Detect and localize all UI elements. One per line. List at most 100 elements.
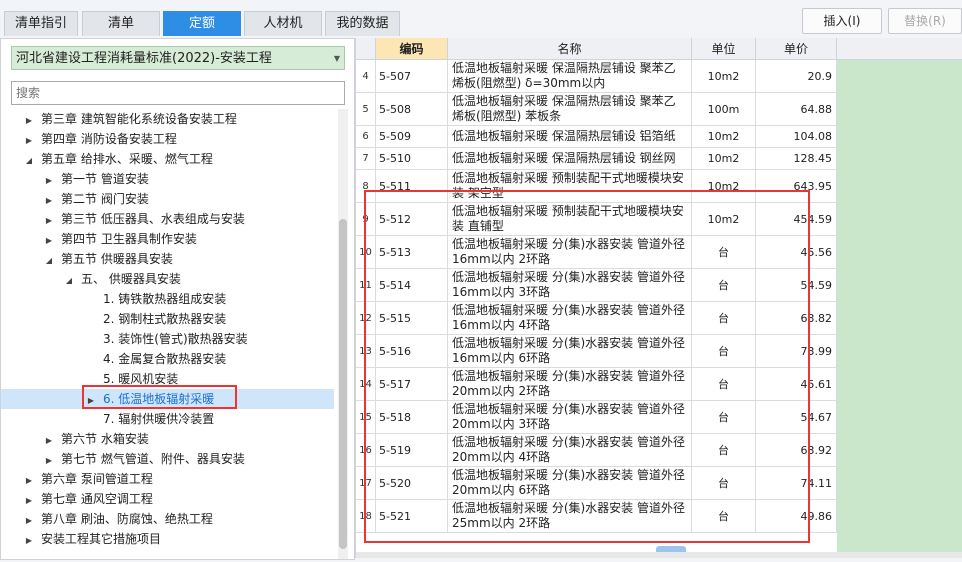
tab-labor-materials[interactable]: 人材机 xyxy=(244,11,322,36)
tree-node[interactable]: ▶ 第四节 卫生器具制作安装 xyxy=(1,229,334,249)
chapter-tree: ▶ 第三章 建筑智能化系统设备安装工程 ▶ 第四章 消防设备安装工程 ◢ 第五章 给排水、… xyxy=(1,109,334,557)
quota-name-cell: 低温地板辐射采暖 预制装配干式地暖模块安装 直铺型 xyxy=(448,203,692,235)
collapse-arrow-icon[interactable]: ◢ xyxy=(43,251,55,271)
collapse-arrow-icon[interactable]: ◢ xyxy=(63,271,75,291)
row-index-cell: 14 xyxy=(356,368,376,400)
tree-node[interactable]: 2. 钢制柱式散热器安装 xyxy=(1,309,334,329)
quota-code-cell: 5-512 xyxy=(376,203,448,235)
library-select[interactable]: 河北省建设工程消耗量标准(2022)-安装工程 ▼ xyxy=(11,46,345,70)
quota-table-panel: 编码 名称 单位 单价 4 5-507 低温地板辐射采暖 保温隔热层铺设 聚苯乙烯板… xyxy=(355,38,962,558)
quota-price-cell: 54.67 xyxy=(756,401,837,433)
tab-my-data[interactable]: 我的数据 xyxy=(325,11,400,36)
table-row[interactable]: 16 5-519 低温地板辐射采暖 分(集)水器安装 管道外径20mm以内 4环路台… xyxy=(356,434,837,467)
tree-node[interactable]: 4. 金属复合散热器安装 xyxy=(1,349,334,369)
header-code[interactable]: 编码 xyxy=(376,38,448,60)
row-index-cell: 11 xyxy=(356,269,376,301)
expand-arrow-icon[interactable]: ▶ xyxy=(23,131,35,151)
tree-node[interactable]: ▶ 第八章 刷油、防腐蚀、绝热工程 xyxy=(1,509,334,529)
table-row[interactable]: 17 5-520 低温地板辐射采暖 分(集)水器安装 管道外径20mm以内 6环路台… xyxy=(356,467,837,500)
expand-arrow-icon[interactable]: ▶ xyxy=(43,451,55,471)
tree-node[interactable]: ▶ 安装工程其它措施项目 xyxy=(1,529,334,549)
header-name[interactable]: 名称 xyxy=(448,38,692,60)
tree-scrollbar[interactable] xyxy=(338,109,348,559)
quota-unit-cell: 台 xyxy=(692,500,756,532)
quota-unit-cell: 台 xyxy=(692,467,756,499)
row-index-cell: 15 xyxy=(356,401,376,433)
tab-list-guide[interactable]: 清单指引 xyxy=(4,11,78,36)
table-row[interactable]: 7 5-510 低温地板辐射采暖 保温隔热层铺设 钢丝网 10m2 128.45 xyxy=(356,148,837,170)
table-row[interactable]: 13 5-516 低温地板辐射采暖 分(集)水器安装 管道外径16mm以内 6环路台… xyxy=(356,335,837,368)
table-row[interactable]: 12 5-515 低温地板辐射采暖 分(集)水器安装 管道外径16mm以内 4环路台… xyxy=(356,302,837,335)
table-row[interactable]: 9 5-512 低温地板辐射采暖 预制装配干式地暖模块安装 直铺型 10m2 454.5… xyxy=(356,203,837,236)
tree-node[interactable]: ▶ 第三节 低压器具、水表组成与安装 xyxy=(1,209,334,229)
tree-node[interactable]: 7. 辐射供暖供冷装置 xyxy=(1,409,334,429)
row-index-cell: 17 xyxy=(356,467,376,499)
header-unit[interactable]: 单位 xyxy=(692,38,756,60)
expand-arrow-icon[interactable]: ▶ xyxy=(43,231,55,251)
row-index-cell: 10 xyxy=(356,236,376,268)
tree-node[interactable]: ▶ 第三章 建筑智能化系统设备安装工程 xyxy=(1,109,334,129)
expand-arrow-icon[interactable]: ▶ xyxy=(85,391,97,411)
quota-unit-cell: 台 xyxy=(692,236,756,268)
tree-node[interactable]: ▶ 第一节 管道安装 xyxy=(1,169,334,189)
tree-node-label: 第一节 管道安装 xyxy=(61,172,149,186)
tree-node[interactable]: ◢ 第五章 给排水、采暖、燃气工程 xyxy=(1,149,334,169)
expand-arrow-icon[interactable]: ▶ xyxy=(23,511,35,531)
quota-tree-panel: 河北省建设工程消耗量标准(2022)-安装工程 ▼ ▶ 第三章 建筑智能化系统设备… xyxy=(0,38,355,560)
table-row[interactable]: 14 5-517 低温地板辐射采暖 分(集)水器安装 管道外径20mm以内 2环路台… xyxy=(356,368,837,401)
table-row[interactable]: 18 5-521 低温地板辐射采暖 分(集)水器安装 管道外径25mm以内 2环路台… xyxy=(356,500,837,533)
tree-node[interactable]: 5. 暖风机安装 xyxy=(1,369,334,389)
tree-node-label: 第七章 通风空调工程 xyxy=(41,492,153,506)
row-index-cell: 7 xyxy=(356,148,376,169)
tree-node[interactable]: ▶ 第六节 水箱安装 xyxy=(1,429,334,449)
expand-arrow-icon[interactable]: ▶ xyxy=(43,171,55,191)
quota-code-cell: 5-513 xyxy=(376,236,448,268)
collapse-arrow-icon[interactable]: ◢ xyxy=(23,151,35,171)
quota-unit-cell: 台 xyxy=(692,434,756,466)
table-row[interactable]: 6 5-509 低温地板辐射采暖 保温隔热层铺设 铝箔纸 10m2 104.08 xyxy=(356,126,837,148)
tree-node-label: 2. 钢制柱式散热器安装 xyxy=(103,312,227,326)
expand-arrow-icon[interactable]: ▶ xyxy=(43,211,55,231)
expand-arrow-icon[interactable]: ▶ xyxy=(23,491,35,511)
tree-node[interactable]: ▶ 第七章 通风空调工程 xyxy=(1,489,334,509)
quota-unit-cell: 100m xyxy=(692,93,756,125)
table-horizontal-scrollbar[interactable] xyxy=(356,552,962,558)
quota-name-cell: 低温地板辐射采暖 分(集)水器安装 管道外径16mm以内 2环路 xyxy=(448,236,692,268)
tree-node-label: 第七节 燃气管道、附件、器具安装 xyxy=(61,452,245,466)
row-index-cell: 12 xyxy=(356,302,376,334)
tree-node[interactable]: ◢ 第五节 供暖器具安装 xyxy=(1,249,334,269)
table-row[interactable]: 8 5-511 低温地板辐射采暖 预制装配干式地暖模块安装 架空型 10m2 643.9… xyxy=(356,170,837,203)
expand-arrow-icon[interactable]: ▶ xyxy=(43,431,55,451)
tree-node-label: 3. 装饰性(管式)散热器安装 xyxy=(103,332,248,346)
tree-node[interactable]: ▶ 第七节 燃气管道、附件、器具安装 xyxy=(1,449,334,469)
tree-node[interactable]: ▶ 第六章 泵间管道工程 xyxy=(1,469,334,489)
replace-button[interactable]: 替换(R) xyxy=(888,8,962,34)
tree-node[interactable]: ◢ 五、 供暖器具安装 xyxy=(1,269,334,289)
quota-code-cell: 5-519 xyxy=(376,434,448,466)
tree-node[interactable]: 3. 装饰性(管式)散热器安装 xyxy=(1,329,334,349)
quota-unit-cell: 10m2 xyxy=(692,203,756,235)
expand-arrow-icon[interactable]: ▶ xyxy=(23,531,35,551)
scrollbar-thumb[interactable] xyxy=(339,219,347,549)
table-row[interactable]: 5 5-508 低温地板辐射采暖 保温隔热层铺设 聚苯乙烯板(阻燃型) 苯板条 100… xyxy=(356,93,837,126)
tree-node-label: 五、 供暖器具安装 xyxy=(81,272,181,286)
table-row[interactable]: 15 5-518 低温地板辐射采暖 分(集)水器安装 管道外径20mm以内 3环路台… xyxy=(356,401,837,434)
expand-arrow-icon[interactable]: ▶ xyxy=(43,191,55,211)
table-row[interactable]: 11 5-514 低温地板辐射采暖 分(集)水器安装 管道外径16mm以内 3环路台… xyxy=(356,269,837,302)
quota-price-cell: 643.95 xyxy=(756,170,837,202)
tree-node[interactable]: 1. 铸铁散热器组成安装 xyxy=(1,289,334,309)
header-price[interactable]: 单价 xyxy=(756,38,837,60)
search-input[interactable] xyxy=(11,81,345,105)
tree-node[interactable]: ▶ 第四章 消防设备安装工程 xyxy=(1,129,334,149)
tab-quota[interactable]: 定额 xyxy=(163,11,241,36)
expand-arrow-icon[interactable]: ▶ xyxy=(23,471,35,491)
expand-arrow-icon[interactable]: ▶ xyxy=(23,111,35,131)
header-index xyxy=(356,38,376,60)
tree-node[interactable]: ▶ 第二节 阀门安装 xyxy=(1,189,334,209)
tab-list[interactable]: 清单 xyxy=(82,11,160,36)
insert-button[interactable]: 插入(I) xyxy=(802,8,882,34)
table-row[interactable]: 10 5-513 低温地板辐射采暖 分(集)水器安装 管道外径16mm以内 2环路台… xyxy=(356,236,837,269)
tree-node[interactable]: ▶ 6. 低温地板辐射采暖 xyxy=(1,389,334,409)
tree-node-label: 4. 金属复合散热器安装 xyxy=(103,352,227,366)
table-row[interactable]: 4 5-507 低温地板辐射采暖 保温隔热层铺设 聚苯乙烯板(阻燃型) δ=30mm… xyxy=(356,60,837,93)
